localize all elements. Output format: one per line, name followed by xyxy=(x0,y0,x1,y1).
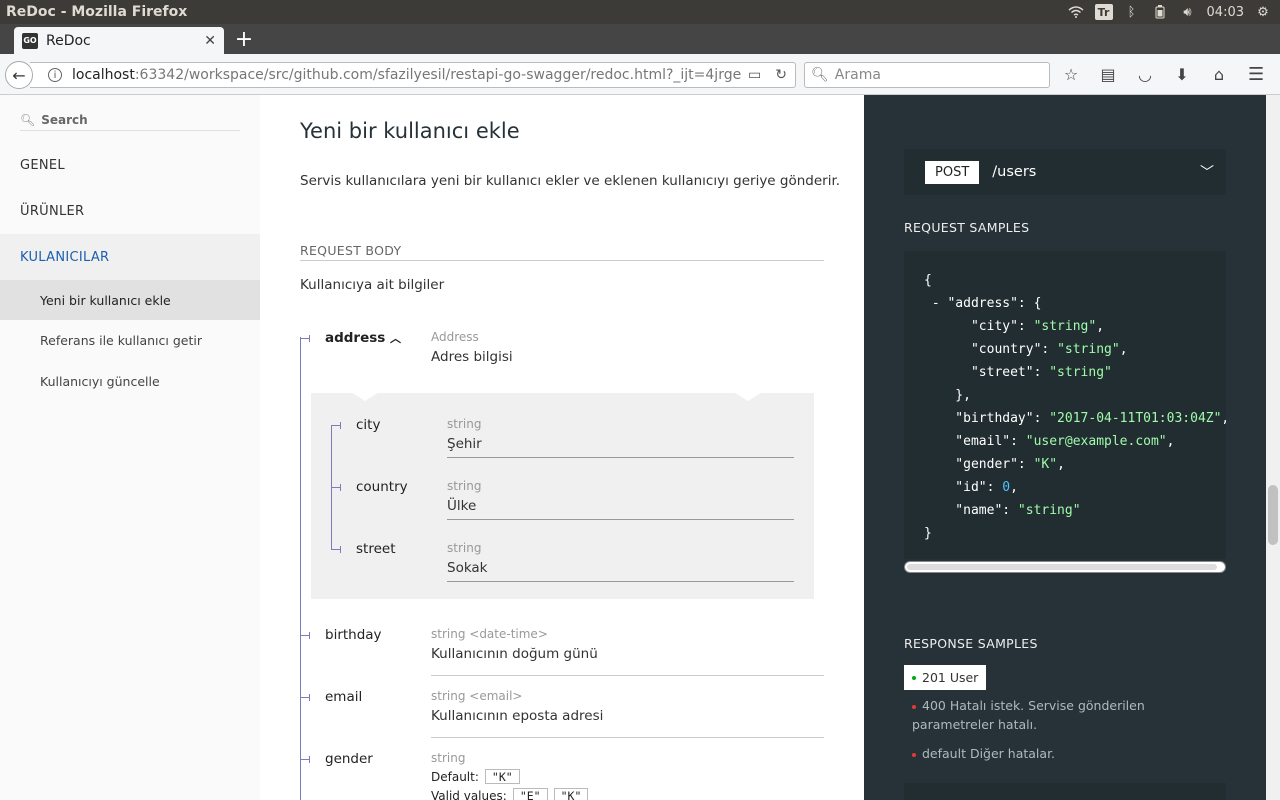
page-scrollbar[interactable] xyxy=(1266,95,1280,800)
nested-address-properties: city string Şehir country string Ülke st… xyxy=(311,392,814,599)
reader-view-icon[interactable]: ▭ xyxy=(748,67,761,83)
navigation-bar: i localhost:63342/workspace/src/github.c… xyxy=(0,54,1280,95)
sidebar-subitem-add-user[interactable]: Yeni bir kullanıcı ekle xyxy=(0,280,260,320)
operation-title: Yeni bir kullanıcı ekle xyxy=(300,119,520,143)
samples-panel: POST /users ﹀ REQUEST SAMPLES { - "addre… xyxy=(864,95,1266,800)
error-dot-icon xyxy=(912,704,916,709)
response-tab-default[interactable]: default Diğer hatalar. xyxy=(912,744,1055,763)
valid-value-chip: "E" xyxy=(512,788,548,800)
sidebar-subitem-get-user[interactable]: Referans ile kullanıcı getir xyxy=(0,320,260,360)
success-dot-icon xyxy=(912,675,916,680)
property-type: string xyxy=(447,479,482,493)
property-name[interactable]: address ︿ xyxy=(325,330,401,346)
reading-list-icon[interactable]: ▤ xyxy=(1097,62,1119,86)
favicon-icon: GO xyxy=(22,32,38,49)
endpoint-selector[interactable]: POST /users ﹀ xyxy=(904,149,1226,195)
response-tab-400[interactable]: 400 Hatalı istek. Servise gönderilen par… xyxy=(912,696,1192,734)
property-name: birthday xyxy=(325,627,382,643)
info-icon[interactable]: i xyxy=(48,68,62,82)
default-value-row: Default: "K" xyxy=(431,769,520,784)
property-name: email xyxy=(325,689,363,705)
reload-icon[interactable]: ↻ xyxy=(775,67,787,83)
sidebar-item-urunler[interactable]: ÜRÜNLER xyxy=(0,188,260,234)
window-title: ReDoc - Mozilla Firefox xyxy=(6,4,188,20)
property-description: Kullanıcının eposta adresi xyxy=(431,708,604,724)
request-body-description: Kullanıcıya ait bilgiler xyxy=(300,277,445,293)
response-samples-title: RESPONSE SAMPLES xyxy=(904,636,1038,651)
new-tab-button[interactable]: + xyxy=(232,27,256,52)
url-text[interactable]: localhost:63342/workspace/src/github.com… xyxy=(72,67,748,83)
clock[interactable]: 04:03 xyxy=(1207,5,1244,20)
settings-gear-icon[interactable]: ⚙ xyxy=(1254,4,1272,20)
request-samples-title: REQUEST SAMPLES xyxy=(904,220,1030,235)
property-type: Address xyxy=(431,330,479,344)
sidebar-search-input[interactable]: 🔍︎ Search xyxy=(20,109,240,131)
json-sample: { - "address": { "city": "string", "coun… xyxy=(924,273,1226,541)
sidebar: 🔍︎ Search GENEL ÜRÜNLER KULANICILAR Yeni… xyxy=(0,95,260,800)
default-value-chip: "K" xyxy=(484,769,520,784)
property-type: string <email> xyxy=(431,689,523,703)
collapse-toggle[interactable]: - xyxy=(932,296,940,311)
wifi-icon[interactable] xyxy=(1067,4,1085,20)
endpoint-path: /users xyxy=(992,164,1037,180)
browser-tab[interactable]: GO ReDoc ✕ xyxy=(14,27,224,54)
bluetooth-icon[interactable]: ᛒ xyxy=(1123,4,1141,20)
system-tray: Tr ᛒ 🔊︎ 04:03 ⚙ xyxy=(1067,4,1280,20)
property-description: Adres bilgisi xyxy=(431,349,513,365)
tab-strip: GO ReDoc ✕ + xyxy=(0,24,1280,54)
keyboard-layout-indicator[interactable]: Tr xyxy=(1094,4,1113,20)
bookmark-star-icon[interactable]: ☆ xyxy=(1060,62,1082,86)
close-tab-icon[interactable]: ✕ xyxy=(204,33,216,49)
os-top-bar: ReDoc - Mozilla Firefox Tr ᛒ 🔊︎ 04:03 ⚙ xyxy=(0,0,1280,24)
code-horizontal-scrollbar[interactable] xyxy=(904,561,1226,573)
valid-values-row: Valid values: "E" "K" xyxy=(431,788,589,800)
error-dot-icon xyxy=(912,752,916,757)
volume-icon[interactable]: 🔊︎ xyxy=(1179,4,1197,20)
toolbar: ☆ ▤ ◡ ⬇ ⌂ xyxy=(1060,62,1230,86)
property-type: string xyxy=(447,541,482,555)
main-content: Yeni bir kullanıcı ekle Servis kullanıcı… xyxy=(260,95,864,800)
property-description: Şehir xyxy=(447,436,482,452)
property-type: string xyxy=(447,417,482,431)
request-body-title: REQUEST BODY xyxy=(300,243,824,261)
property-type: string xyxy=(431,751,466,765)
search-bar[interactable]: 🔍︎ Arama xyxy=(804,62,1050,88)
chevron-up-icon[interactable]: ︿ xyxy=(390,332,401,345)
search-icon: 🔍︎ xyxy=(811,67,829,83)
operation-description: Servis kullanıcılara yeni bir kullanıcı … xyxy=(300,173,841,189)
property-description: Ülke xyxy=(447,498,477,514)
page-scrollbar-thumb[interactable] xyxy=(1268,485,1278,545)
request-sample-code: { - "address": { "city": "string", "coun… xyxy=(904,251,1226,559)
download-icon[interactable]: ⬇ xyxy=(1171,62,1193,86)
back-button[interactable]: ← xyxy=(5,61,33,89)
search-icon: 🔍︎ xyxy=(20,112,36,127)
property-name: gender xyxy=(325,751,373,767)
chevron-down-icon[interactable]: ﹀ xyxy=(1200,162,1214,182)
sidebar-item-genel[interactable]: GENEL xyxy=(0,142,260,188)
property-description: Sokak xyxy=(447,560,488,576)
pocket-icon[interactable]: ◡ xyxy=(1134,62,1156,86)
property-name: street xyxy=(356,541,396,557)
sidebar-item-kullanicilar[interactable]: KULANICILAR xyxy=(0,234,260,280)
tab-title: ReDoc xyxy=(46,32,91,49)
property-name: country xyxy=(356,479,408,495)
hamburger-menu-icon[interactable]: ☰ xyxy=(1248,64,1264,85)
property-name: city xyxy=(356,417,381,433)
battery-icon[interactable] xyxy=(1151,4,1169,20)
search-placeholder: Arama xyxy=(834,67,881,83)
response-tab-201[interactable]: 201 User xyxy=(904,665,987,690)
page: 🔍︎ Search GENEL ÜRÜNLER KULANICILAR Yeni… xyxy=(0,95,1280,800)
http-method-badge: POST xyxy=(925,160,980,184)
property-type: string <date-time> xyxy=(431,627,548,641)
url-bar[interactable]: i localhost:63342/workspace/src/github.c… xyxy=(30,62,796,88)
property-tree-line xyxy=(300,337,301,800)
response-sample-box xyxy=(904,783,1226,800)
sidebar-subitem-update-user[interactable]: Kullanıcıyı güncelle xyxy=(0,361,260,401)
valid-value-chip: "K" xyxy=(553,788,589,800)
property-description: Kullanıcının doğum günü xyxy=(431,646,598,662)
home-icon[interactable]: ⌂ xyxy=(1208,62,1230,86)
